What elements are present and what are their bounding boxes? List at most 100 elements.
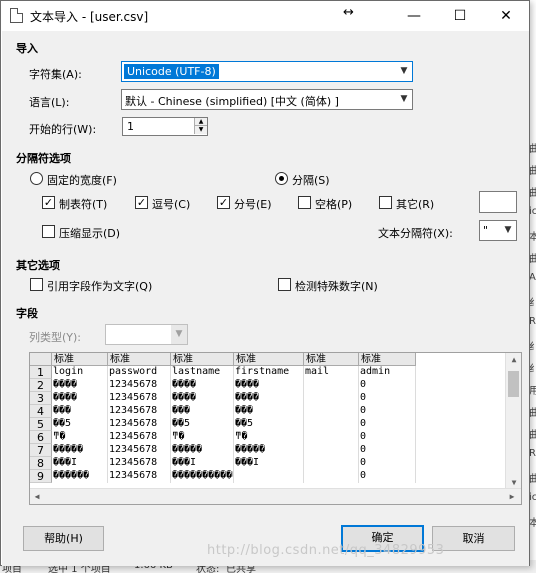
separated-radio[interactable] xyxy=(275,172,288,185)
grid-cell[interactable]: ���� xyxy=(171,392,234,405)
comma-checkbox[interactable]: ✓ xyxy=(135,196,148,209)
grid-cell[interactable]: 0 xyxy=(359,392,416,405)
semicolon-checkbox[interactable]: ✓ xyxy=(217,196,230,209)
separated-label[interactable]: 分隔(S) xyxy=(292,172,330,188)
chevron-down-icon[interactable]: ▼ xyxy=(499,221,516,240)
spin-up-icon[interactable]: ▲ xyxy=(194,118,207,126)
other-separator-input[interactable] xyxy=(479,191,517,213)
grid-cell[interactable]: admin xyxy=(359,366,416,379)
vertical-scrollbar[interactable]: ▲ ▼ xyxy=(505,353,521,490)
quoted-as-text-label[interactable]: 引用字段作为文字(Q) xyxy=(47,278,152,294)
text-delimiter-select[interactable]: " ▼ xyxy=(479,220,517,241)
row-header[interactable]: 6 xyxy=(30,431,52,444)
other-label[interactable]: 其它(R) xyxy=(396,196,434,212)
grid-cell[interactable]: ����������� xyxy=(171,470,234,483)
spin-down-icon[interactable]: ▼ xyxy=(194,126,207,134)
column-type-select[interactable]: ▼ xyxy=(105,324,188,345)
grid-cell[interactable]: password xyxy=(108,366,171,379)
grid-cell[interactable]: 12345678 xyxy=(108,418,171,431)
grid-cell[interactable]: ͳ� xyxy=(171,431,234,444)
row-header[interactable]: 1 xyxy=(30,366,52,379)
close-button[interactable]: ✕ xyxy=(483,1,529,31)
grid-cell[interactable]: ͳ� xyxy=(234,431,304,444)
quoted-as-text-checkbox[interactable] xyxy=(30,278,43,291)
grid-cell[interactable] xyxy=(304,392,359,405)
grid-cell[interactable]: 12345678 xyxy=(108,405,171,418)
column-header[interactable]: 标准 xyxy=(304,353,359,366)
preview-grid[interactable]: 标准 标准 标准 标准 标准 标准 1 login password lastname… xyxy=(29,352,522,505)
detect-special-numbers-label[interactable]: 检测特殊数字(N) xyxy=(295,278,378,294)
space-label[interactable]: 空格(P) xyxy=(315,196,352,212)
grid-cell[interactable]: ���� xyxy=(52,379,108,392)
grid-cell[interactable]: 12345678 xyxy=(108,431,171,444)
grid-cell[interactable] xyxy=(304,431,359,444)
row-header[interactable]: 7 xyxy=(30,444,52,457)
language-select[interactable]: 默认 - Chinese (simplified) [中文 (简体) ] ▼ xyxy=(121,89,413,110)
scroll-right-icon[interactable]: ▶ xyxy=(505,489,519,504)
grid-cell[interactable]: ���Ϊ xyxy=(234,457,304,470)
scroll-up-icon[interactable]: ▲ xyxy=(506,353,521,367)
grid-cell[interactable]: ���� xyxy=(52,392,108,405)
scroll-left-icon[interactable]: ◀ xyxy=(30,489,44,504)
scroll-thumb[interactable] xyxy=(508,371,519,397)
row-header[interactable]: 3 xyxy=(30,392,52,405)
grid-cell[interactable]: 0 xyxy=(359,418,416,431)
row-header[interactable]: 5 xyxy=(30,418,52,431)
grid-cell[interactable] xyxy=(304,470,359,483)
grid-cell[interactable]: 12345678 xyxy=(108,392,171,405)
grid-cell[interactable]: 0 xyxy=(359,379,416,392)
grid-cell[interactable]: 0 xyxy=(359,444,416,457)
merge-delimiters-label[interactable]: 压缩显示(D) xyxy=(59,225,120,241)
grid-cell[interactable] xyxy=(234,470,304,483)
grid-cell[interactable]: ����� xyxy=(52,444,108,457)
grid-cell[interactable]: 0 xyxy=(359,457,416,470)
grid-cell[interactable]: lastname xyxy=(171,366,234,379)
merge-delimiters-checkbox[interactable] xyxy=(42,225,55,238)
column-header[interactable]: 标准 xyxy=(52,353,108,366)
grid-cell[interactable]: ����� xyxy=(171,444,234,457)
grid-cell[interactable]: mail xyxy=(304,366,359,379)
comma-label[interactable]: 逗号(C) xyxy=(152,196,190,212)
grid-cell[interactable]: ������ xyxy=(52,470,108,483)
grid-cell[interactable]: 0 xyxy=(359,470,416,483)
grid-cell[interactable]: ���� xyxy=(234,379,304,392)
maximize-button[interactable]: ☐ xyxy=(437,1,483,31)
grid-cell[interactable]: 12345678 xyxy=(108,444,171,457)
grid-cell[interactable]: ���Ϊ xyxy=(171,457,234,470)
grid-cell[interactable]: ��� xyxy=(171,405,234,418)
tab-label[interactable]: 制表符(T) xyxy=(59,196,107,212)
chevron-down-icon[interactable]: ▼ xyxy=(170,325,187,344)
grid-cell[interactable]: ��� xyxy=(234,405,304,418)
grid-cell[interactable]: login xyxy=(52,366,108,379)
grid-cell[interactable]: ��5 xyxy=(234,418,304,431)
detect-special-numbers-checkbox[interactable] xyxy=(278,278,291,291)
horizontal-scrollbar[interactable]: ◀ ▶ xyxy=(30,488,521,504)
row-header[interactable]: 2 xyxy=(30,379,52,392)
grid-cell[interactable]: firstname xyxy=(234,366,304,379)
chevron-down-icon[interactable]: ▼ xyxy=(395,90,412,109)
grid-cell[interactable]: 0 xyxy=(359,405,416,418)
grid-cell[interactable] xyxy=(304,457,359,470)
grid-cell[interactable] xyxy=(304,418,359,431)
column-header[interactable]: 标准 xyxy=(234,353,304,366)
grid-cell[interactable] xyxy=(304,405,359,418)
grid-cell[interactable]: 12345678 xyxy=(108,379,171,392)
row-header[interactable]: 9 xyxy=(30,470,52,483)
start-row-spinner[interactable]: 1 ▲ ▼ xyxy=(122,117,208,136)
other-checkbox[interactable] xyxy=(379,196,392,209)
row-header[interactable]: 8 xyxy=(30,457,52,470)
column-header[interactable]: 标准 xyxy=(171,353,234,366)
row-header[interactable]: 4 xyxy=(30,405,52,418)
grid-cell[interactable]: ����� xyxy=(234,444,304,457)
grid-cell[interactable] xyxy=(304,444,359,457)
fixed-width-label[interactable]: 固定的宽度(F) xyxy=(47,172,117,188)
chevron-down-icon[interactable]: ▼ xyxy=(395,62,412,81)
grid-cell[interactable] xyxy=(304,379,359,392)
grid-cell[interactable]: ���� xyxy=(171,379,234,392)
grid-cell[interactable]: ���Ϊ xyxy=(52,457,108,470)
fixed-width-radio[interactable] xyxy=(30,172,43,185)
grid-cell[interactable]: ��5 xyxy=(52,418,108,431)
grid-cell[interactable]: 0 xyxy=(359,431,416,444)
help-button[interactable]: 帮助(H) xyxy=(23,526,104,551)
grid-cell[interactable]: ��� xyxy=(52,405,108,418)
